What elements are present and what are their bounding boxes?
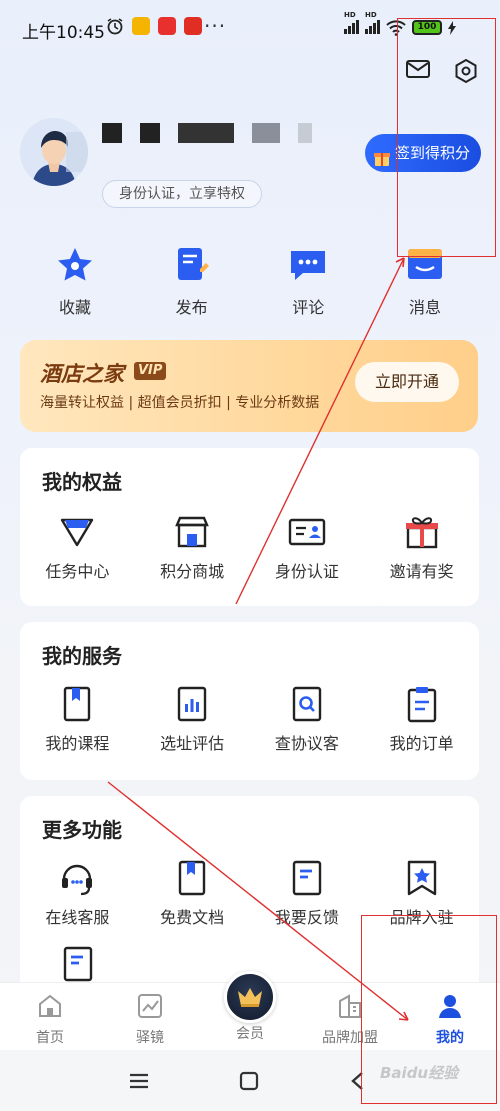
- document-icon: [63, 946, 93, 982]
- grid-item-label: 在线客服: [45, 908, 110, 927]
- vip-title: 酒店之家: [40, 361, 124, 386]
- vip-subtitle: 海量转让权益 | 超值会员折扣 | 专业分析数据: [40, 395, 320, 411]
- star-badge-icon: [407, 860, 436, 896]
- nav-home[interactable]: 首页: [0, 983, 100, 1050]
- section-my-rights: 我的权益 任务中心 积分商城 身份认证 邀请有奖: [20, 448, 479, 606]
- section-my-services: 我的服务 我的课程 选址评估 查协议客 我的订单: [20, 622, 479, 780]
- grid-item-label: 身份认证: [274, 562, 339, 581]
- trend-chart-icon: [138, 994, 162, 1018]
- member-crown-icon: [224, 971, 276, 1023]
- quick-item-comments[interactable]: 评论: [253, 240, 363, 318]
- toutiao-app-icon: [158, 17, 176, 35]
- edit-note-icon: [177, 248, 209, 280]
- home-square-icon[interactable]: [238, 1070, 260, 1096]
- services-item-agreement-search[interactable]: 查协议客: [252, 684, 362, 754]
- services-item-site-eval[interactable]: 选址评估: [137, 684, 247, 754]
- status-time: 上午10:45: [22, 23, 105, 43]
- store-icon: [175, 516, 209, 548]
- rights-item-invite[interactable]: 邀请有奖: [367, 512, 477, 582]
- username-redacted: [102, 123, 312, 143]
- book-icon: [64, 686, 91, 722]
- gift-icon: [373, 143, 391, 181]
- id-card-icon: [288, 518, 326, 546]
- grid-item-label: 查协议客: [274, 734, 339, 753]
- menu-icon[interactable]: [128, 1072, 150, 1094]
- services-item-orders[interactable]: 我的订单: [367, 684, 477, 754]
- notes-app-icon: [132, 17, 150, 35]
- quick-item-label: 消息: [408, 298, 441, 317]
- grid-item-label: 任务中心: [45, 562, 110, 581]
- vip-banner[interactable]: 酒店之家 VIP 海量转让权益 | 超值会员折扣 | 专业分析数据 立即开通: [20, 340, 478, 432]
- headset-icon: [62, 864, 93, 896]
- more-item-customer-service[interactable]: 在线客服: [22, 858, 132, 928]
- more-item-free-docs[interactable]: 免费文档: [137, 858, 247, 928]
- chat-bubble-icon: [291, 251, 326, 280]
- nav-label: 会员: [236, 1026, 264, 1042]
- nav-yijing[interactable]: 驿镜: [100, 983, 200, 1050]
- rights-item-task-center[interactable]: 任务中心: [22, 512, 132, 582]
- section-title: 我的权益: [42, 470, 122, 494]
- identity-verify-pill[interactable]: 身份认证，立享特权: [102, 180, 262, 208]
- grid-item-label: 我要反馈: [274, 908, 339, 927]
- rights-item-points-mall[interactable]: 积分商城: [137, 512, 247, 582]
- nav-label: 首页: [36, 1030, 64, 1046]
- feedback-doc-icon: [292, 860, 322, 896]
- status-notification-icons: [106, 17, 202, 35]
- quick-item-publish[interactable]: 发布: [137, 240, 247, 318]
- watermark: Baidu经验: [380, 1064, 459, 1082]
- grid-item-label: 邀请有奖: [389, 562, 454, 581]
- grid-item-label: 我的课程: [45, 734, 110, 753]
- vip-badge: VIP: [134, 362, 167, 380]
- nav-member[interactable]: 会员: [200, 971, 300, 1050]
- home-icon: [39, 994, 61, 1017]
- star-icon: [58, 248, 92, 281]
- grid-item-label: 我的订单: [389, 734, 454, 753]
- alarm-icon: [107, 18, 123, 35]
- grid-item-label: 积分商城: [160, 562, 225, 581]
- diamond-icon: [61, 518, 94, 547]
- section-title: 更多功能: [42, 818, 122, 842]
- signal-icon-1: HD: [344, 11, 359, 37]
- grid-item-label: 免费文档: [160, 908, 225, 927]
- gift-box-icon: [405, 517, 438, 549]
- section-title: 我的服务: [42, 644, 122, 668]
- more-notifications-icon: ···: [204, 14, 227, 38]
- rights-item-identity[interactable]: 身份认证: [252, 512, 362, 582]
- grid-item-label: 选址评估: [160, 734, 225, 753]
- bookmark-doc-icon: [178, 860, 206, 896]
- annotation-box-top: [397, 18, 496, 257]
- quick-item-favorites[interactable]: 收藏: [20, 240, 130, 318]
- search-doc-icon: [292, 686, 322, 722]
- more-item-partial[interactable]: [62, 946, 94, 986]
- vip-open-button[interactable]: 立即开通: [355, 362, 459, 402]
- nav-label: 驿镜: [136, 1030, 164, 1046]
- avatar[interactable]: [20, 118, 88, 186]
- building-icon: [339, 994, 361, 1018]
- bar-chart-icon: [177, 686, 207, 722]
- quick-item-label: 评论: [292, 298, 325, 317]
- quick-item-label: 发布: [175, 298, 208, 317]
- clipboard-icon: [407, 687, 436, 723]
- services-item-courses[interactable]: 我的课程: [22, 684, 132, 754]
- signal-icon-2: HD: [365, 11, 380, 37]
- pinduoduo-app-icon: [184, 17, 202, 35]
- more-item-feedback[interactable]: 我要反馈: [252, 858, 362, 928]
- quick-item-label: 收藏: [58, 298, 91, 317]
